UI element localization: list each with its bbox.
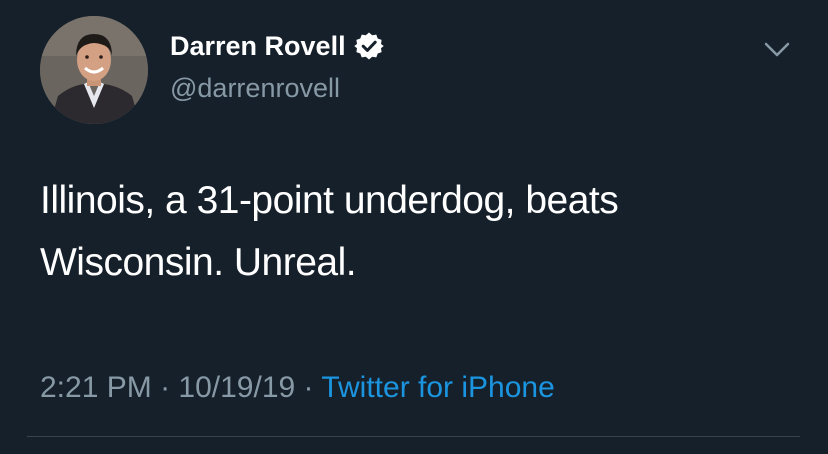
tweet-metadata: 2:21 PM · 10/19/19 · Twitter for iPhone (40, 370, 555, 406)
tweet-date[interactable]: 10/19/19 (178, 371, 295, 404)
tweet-time[interactable]: 2:21 PM (40, 371, 152, 404)
author-handle[interactable]: @darrenrovell (170, 72, 340, 104)
tweet-text: Illinois, a 31-point underdog, beats Wis… (40, 179, 619, 284)
author-name-row[interactable]: Darren Rovell (170, 30, 384, 62)
tweet-source-link[interactable]: Twitter for iPhone (321, 371, 554, 404)
chevron-down-icon[interactable] (762, 38, 792, 62)
avatar[interactable] (40, 16, 148, 124)
meta-separator: · (303, 371, 314, 404)
meta-separator: · (160, 371, 171, 404)
divider (27, 436, 800, 437)
verified-badge-icon (353, 31, 384, 61)
tweet-card: Darren Rovell @darrenrovell Illinois, a … (0, 0, 828, 454)
avatar-photo (40, 16, 148, 124)
display-name[interactable]: Darren Rovell (170, 30, 346, 62)
